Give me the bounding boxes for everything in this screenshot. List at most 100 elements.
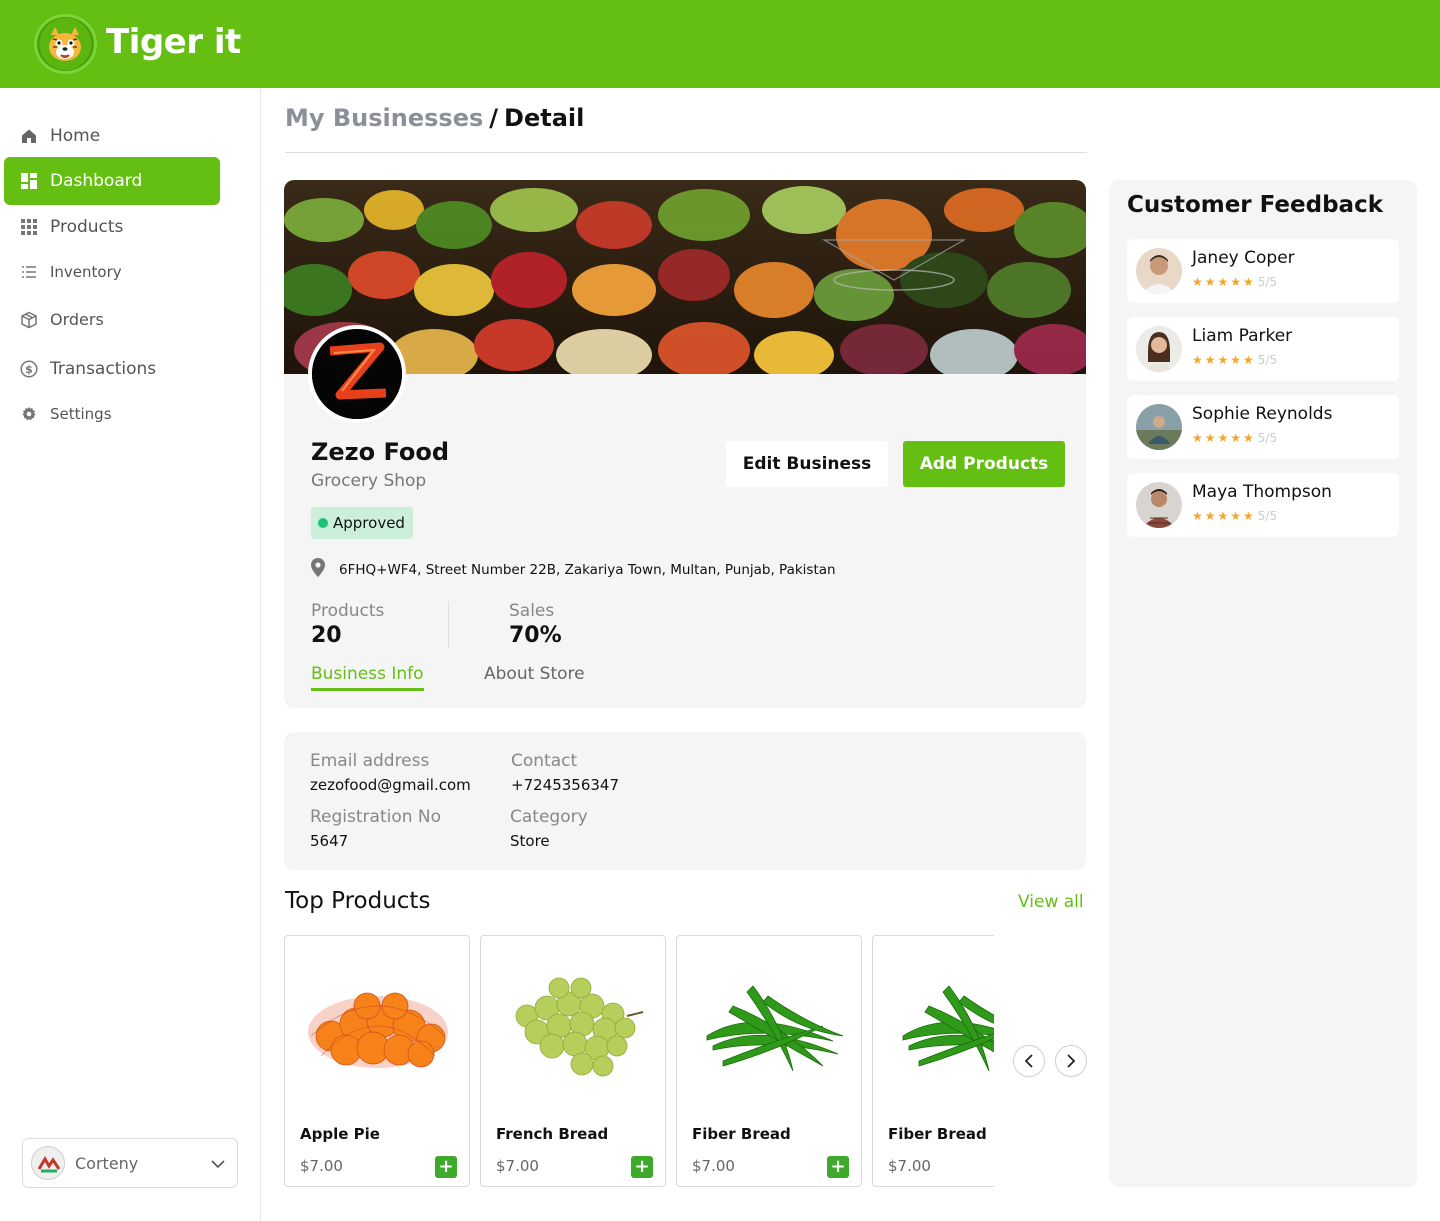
home-icon — [20, 127, 38, 145]
tiger-mascot-icon[interactable] — [34, 14, 97, 74]
breadcrumb-parent[interactable]: My Businesses — [285, 104, 483, 132]
sidebar-item-label: Orders — [50, 310, 104, 329]
reviewer-name: Janey Coper — [1192, 248, 1295, 268]
rating-score: 5/5 — [1257, 275, 1278, 289]
business-info-panel: Email address zezofood@gmail.com Contact… — [284, 732, 1086, 870]
registration-label: Registration No — [310, 807, 442, 827]
feedback-item[interactable]: Liam Parker ★★★★★ 5/5 — [1127, 317, 1399, 381]
sidebar-item-orders[interactable]: Orders — [4, 296, 220, 343]
products-carousel: Apple Pie $7.00 + French Bread $7.00 + F… — [284, 935, 994, 1188]
status-badge: Approved — [311, 507, 413, 539]
products-stat-label: Products — [311, 601, 385, 621]
add-to-cart-button[interactable]: + — [435, 1156, 457, 1178]
location-pin-icon — [311, 558, 325, 581]
sidebar-item-label: Inventory — [50, 262, 122, 281]
contact-value: +7245356347 — [511, 776, 620, 794]
sidebar: Home Dashboard Products Inventory Orders… — [0, 88, 261, 1221]
chevron-down-icon[interactable] — [211, 1154, 225, 1173]
product-name: Fiber Bread — [888, 1125, 987, 1143]
feedback-item[interactable]: Janey Coper ★★★★★ 5/5 — [1127, 239, 1399, 303]
tab-about-store[interactable]: About Store — [484, 664, 585, 684]
address-text: 6FHQ+WF4, Street Number 22B, Zakariya To… — [339, 561, 836, 578]
add-products-button[interactable]: Add Products — [903, 441, 1065, 487]
user-name: Corteny — [75, 1153, 139, 1173]
feedback-title: Customer Feedback — [1127, 192, 1384, 218]
status-dot-icon — [318, 518, 328, 528]
chevron-right-icon — [1067, 1054, 1076, 1068]
dashboard-icon — [20, 172, 38, 190]
add-to-cart-button[interactable]: + — [827, 1156, 849, 1178]
box-icon — [20, 311, 38, 329]
product-card[interactable]: French Bread $7.00 + — [480, 935, 666, 1187]
star-icon: ★★★★★ — [1192, 509, 1256, 523]
sales-stat-label: Sales — [509, 601, 555, 621]
sidebar-item-label: Transactions — [50, 358, 157, 379]
product-price: $7.00 — [300, 1157, 343, 1175]
list-icon — [20, 263, 38, 281]
product-image-chilies — [889, 966, 994, 1086]
feedback-item[interactable]: Sophie Reynolds ★★★★★ 5/5 — [1127, 395, 1399, 459]
edit-business-button[interactable]: Edit Business — [726, 441, 888, 487]
reviewer-name: Maya Thompson — [1192, 482, 1332, 502]
top-bar: Tiger it — [0, 0, 1440, 88]
carousel-prev-button[interactable] — [1013, 1045, 1045, 1077]
avatar — [1136, 404, 1182, 450]
sidebar-item-label: Settings — [50, 404, 112, 423]
category-value: Store — [510, 832, 550, 850]
divider — [285, 152, 1087, 153]
reviewer-name: Liam Parker — [1192, 326, 1293, 346]
view-all-link[interactable]: View all — [1018, 892, 1084, 912]
carousel-next-button[interactable] — [1055, 1045, 1087, 1077]
divider — [448, 602, 449, 648]
avatar — [31, 1146, 65, 1180]
registration-value: 5647 — [310, 832, 349, 850]
breadcrumb-separator: / — [489, 104, 499, 132]
chevron-left-icon — [1024, 1054, 1033, 1068]
top-products-title: Top Products — [285, 888, 431, 914]
breadcrumb: My Businesses / Detail — [285, 104, 584, 132]
contact-label: Contact — [511, 751, 578, 771]
product-image-grapes — [497, 966, 651, 1086]
feedback-item[interactable]: Maya Thompson ★★★★★ 5/5 — [1127, 473, 1399, 537]
page-title: Detail — [504, 104, 585, 132]
tab-business-info[interactable]: Business Info — [311, 664, 424, 691]
product-name: French Bread — [496, 1125, 609, 1143]
rating-score: 5/5 — [1257, 431, 1278, 445]
business-type: Grocery Shop — [311, 471, 427, 491]
sidebar-item-inventory[interactable]: Inventory — [4, 248, 220, 295]
reviewer-name: Sophie Reynolds — [1192, 404, 1333, 424]
category-label: Category — [510, 807, 588, 827]
svg-text:$: $ — [25, 363, 33, 376]
brand-name: Tiger it — [106, 22, 241, 62]
product-price: $7.00 — [692, 1157, 735, 1175]
business-logo — [308, 325, 406, 423]
dollar-circle-icon: $ — [20, 359, 38, 378]
sidebar-item-settings[interactable]: Settings — [4, 390, 220, 437]
status-text: Approved — [333, 514, 405, 532]
sidebar-item-label: Dashboard — [50, 171, 143, 191]
user-menu[interactable]: Corteny — [22, 1138, 238, 1188]
add-to-cart-button[interactable]: + — [631, 1156, 653, 1178]
store-banner-image — [284, 180, 1086, 374]
sidebar-item-transactions[interactable]: $ Transactions — [4, 345, 220, 392]
rating-stars: ★★★★★ 5/5 — [1192, 509, 1277, 523]
sales-stat-value: 70% — [509, 623, 562, 648]
product-card[interactable]: Apple Pie $7.00 + — [284, 935, 470, 1187]
product-name: Apple Pie — [300, 1125, 380, 1143]
product-name: Fiber Bread — [692, 1125, 791, 1143]
email-label: Email address — [310, 751, 430, 771]
sidebar-item-dashboard[interactable]: Dashboard — [4, 157, 220, 205]
rating-score: 5/5 — [1257, 353, 1278, 367]
avatar — [1136, 482, 1182, 528]
rating-stars: ★★★★★ 5/5 — [1192, 353, 1277, 367]
product-price: $7.00 — [496, 1157, 539, 1175]
sidebar-item-home[interactable]: Home — [4, 112, 220, 159]
products-stat-value: 20 — [311, 623, 342, 648]
avatar — [1136, 248, 1182, 294]
avatar — [1136, 326, 1182, 372]
sidebar-item-products[interactable]: Products — [4, 203, 220, 250]
rating-stars: ★★★★★ 5/5 — [1192, 275, 1277, 289]
product-card[interactable]: Fiber Bread $7.00 + — [872, 935, 994, 1187]
rating-stars: ★★★★★ 5/5 — [1192, 431, 1277, 445]
product-card[interactable]: Fiber Bread $7.00 + — [676, 935, 862, 1187]
